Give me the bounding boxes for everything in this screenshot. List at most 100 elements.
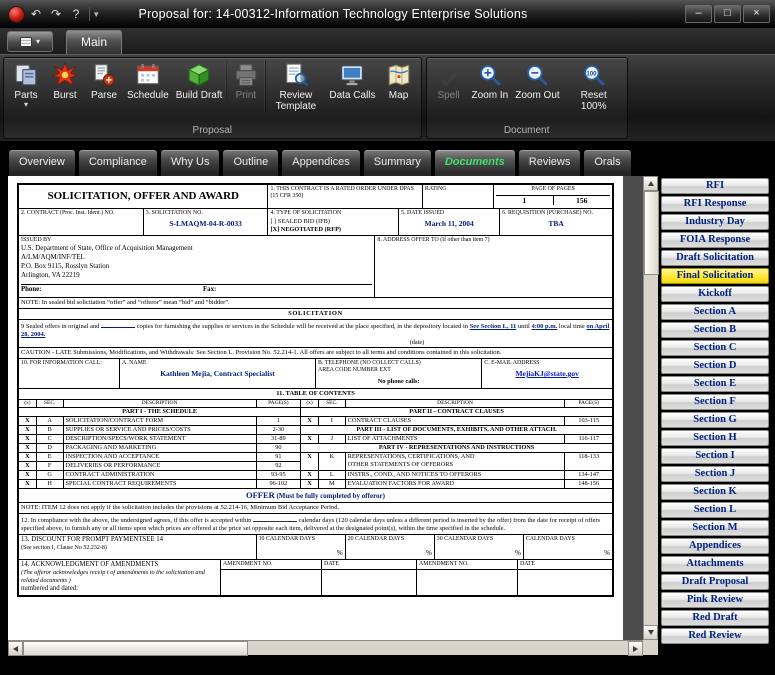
sidebar-item-section-i[interactable]: Section I <box>661 448 769 464</box>
toc-cell: (x) <box>301 400 319 408</box>
field-rated-order: 1. THIS CONTRACT IS A RATED ORDER UNDER … <box>268 185 422 209</box>
ribbon-button-schedule[interactable]: Schedule <box>124 60 172 101</box>
sidebar-item-section-e[interactable]: Section E <box>661 376 769 392</box>
field-label: 5. DATE ISSUED <box>401 210 497 217</box>
email-link[interactable]: MejiaKJ@state.gov <box>484 369 610 378</box>
ribbon-button-parse[interactable]: Parse <box>85 60 123 101</box>
toc-cell: X <box>19 444 37 453</box>
window-controls: – □ × <box>685 5 770 23</box>
ribbon-button-map[interactable]: Map <box>380 60 418 101</box>
map-icon <box>386 62 412 88</box>
scroll-down-icon[interactable] <box>643 625 658 640</box>
sidebar-item-attachments[interactable]: Attachments <box>661 556 769 572</box>
document-tab-strip: OverviewComplianceWhy UsOutlineAppendice… <box>8 148 658 176</box>
sidebar-item-section-j[interactable]: Section J <box>661 466 769 482</box>
form-title: SOLICITATION, OFFER AND AWARD <box>19 185 268 209</box>
sidebar-item-section-k[interactable]: Section K <box>661 484 769 500</box>
sidebar-item-section-b[interactable]: Section B <box>661 322 769 338</box>
sidebar-item-draft-solicitation[interactable]: Draft Solicitation <box>661 250 769 266</box>
sidebar-item-section-m[interactable]: Section M <box>661 520 769 536</box>
vertical-scroll-thumb[interactable] <box>644 191 659 275</box>
sidebar-item-kickoff[interactable]: Kickoff <box>661 286 769 302</box>
application-menu-button[interactable]: ▾ <box>7 31 53 52</box>
sidebar-item-section-d[interactable]: Section D <box>661 358 769 374</box>
toc-cell: X <box>19 435 37 444</box>
item9-row: 9 Sealed offers in original and copies f… <box>18 319 613 348</box>
toc-desc-line: OTHER STATEMENTS OF OFFERORS <box>348 461 453 468</box>
amendment-entry-cell <box>416 570 517 596</box>
ribbon-button-review-template[interactable]: Review Template <box>265 60 325 112</box>
ribbon-button-label: Parse <box>91 90 117 101</box>
ribbon-tab-main[interactable]: Main <box>66 30 122 54</box>
scroll-up-icon[interactable] <box>643 176 658 191</box>
toc-cell: X <box>19 453 37 462</box>
field-acknowledgment-amendments: 14. ACKNOWLEDGMENT OF AMENDMENTS (The of… <box>19 559 221 595</box>
field-for-information-call: 10. FOR INFORMATION CALL: <box>19 359 120 389</box>
minimize-button[interactable]: – <box>685 5 712 23</box>
sidebar-item-red-draft[interactable]: Red Draft <box>661 610 769 626</box>
forward-icon[interactable]: ↷ <box>47 5 65 23</box>
field-address-offer-to: 8. ADDRESS OFFER TO (If other than item … <box>375 236 613 298</box>
contact-name-value: Kathleen Mejia, Contract Specialist <box>122 369 313 378</box>
ribbon-button-reset-100[interactable]: 100Reset 100% <box>564 60 624 112</box>
close-button[interactable]: × <box>743 5 770 23</box>
sidebar-item-red-review[interactable]: Red Review <box>661 628 769 644</box>
sidebar-item-pink-review[interactable]: Pink Review <box>661 592 769 608</box>
maximize-button[interactable]: □ <box>714 5 741 23</box>
toc-cell: 90 <box>256 444 301 453</box>
field-telephone: B. TELEPHONE (NO COLLECT CALLS) AREA COD… <box>315 359 481 389</box>
scroll-left-icon[interactable] <box>8 641 23 656</box>
tab-compliance[interactable]: Compliance <box>78 149 158 176</box>
ribbon-button-data-calls[interactable]: Data Calls <box>326 60 378 101</box>
ribbon-button-build-draft[interactable]: Build Draft <box>173 60 226 101</box>
tab-documents[interactable]: Documents <box>434 149 516 176</box>
tab-outline[interactable]: Outline <box>222 149 279 176</box>
sidebar-item-section-c[interactable]: Section C <box>661 340 769 356</box>
issuer-address-line: P.O. Box 9115, Rosslyn Station <box>21 262 372 271</box>
field-label: 1. THIS CONTRACT IS A RATED ORDER UNDER … <box>270 186 419 200</box>
horizontal-scroll-thumb[interactable] <box>23 641 248 656</box>
sidebar-item-final-solicitation[interactable]: Final Solicitation <box>661 268 769 284</box>
horizontal-scrollbar[interactable] <box>8 640 643 655</box>
sidebar-item-section-a[interactable]: Section A <box>661 304 769 320</box>
sidebar-item-appendices[interactable]: Appendices <box>661 538 769 554</box>
sidebar-item-section-f[interactable]: Section F <box>661 394 769 410</box>
tab-appendices[interactable]: Appendices <box>281 149 361 176</box>
print-icon <box>233 62 259 88</box>
vertical-scrollbar[interactable] <box>643 176 658 640</box>
scroll-right-icon[interactable] <box>628 641 643 656</box>
tab-summary[interactable]: Summary <box>363 149 432 176</box>
ribbon-button-zoom-out[interactable]: Zoom Out <box>512 60 562 101</box>
toc-cell: 1 <box>256 417 301 426</box>
ribbon-button-burst[interactable]: Burst <box>46 60 84 101</box>
chevron-down-icon[interactable]: ▾ <box>94 9 99 20</box>
sidebar-item-rfi[interactable]: RFI <box>661 178 769 194</box>
form-header-row: SOLICITATION, OFFER AND AWARD 1. THIS CO… <box>18 184 613 209</box>
toc-cell: 134-147 <box>565 471 613 480</box>
field-requisition-no: 6. REQUISITION (PURCHASE) NO. TBA <box>500 209 613 236</box>
ribbon-button-zoom-in[interactable]: Zoom In <box>469 60 512 101</box>
sidebar-item-rfi-response[interactable]: RFI Response <box>661 196 769 212</box>
tab-reviews[interactable]: Reviews <box>518 149 582 176</box>
toc-part-row: PART I - THE SCHEDULE PART II - CONTRACT… <box>19 408 613 417</box>
chevron-down-icon: ▾ <box>36 37 40 46</box>
sidebar-item-section-g[interactable]: Section G <box>661 412 769 428</box>
sidebar-item-section-h[interactable]: Section H <box>661 430 769 446</box>
field-calendar-days: CALENDAR DAYS % <box>523 534 612 559</box>
tab-why-us[interactable]: Why Us <box>160 149 221 176</box>
tab-orals[interactable]: Orals <box>583 149 631 176</box>
field-sublabel: (See section I, Clause No 52.232-8) <box>21 545 254 552</box>
tab-overview[interactable]: Overview <box>8 149 76 176</box>
help-icon[interactable]: ? <box>67 5 85 23</box>
sidebar-item-industry-day[interactable]: Industry Day <box>661 214 769 230</box>
ribbon-button-parts[interactable]: Parts▾ <box>7 60 45 108</box>
item12-text: 12. In compliance with the above, the un… <box>21 517 251 524</box>
field-email: C. E-MAIL ADDRESS MejiaKJ@state.gov <box>482 359 613 389</box>
page-of-pages: 1 156 <box>496 195 610 205</box>
ribbon-button-label: Zoom In <box>472 90 509 101</box>
sidebar-item-section-l[interactable]: Section L <box>661 502 769 518</box>
sidebar-item-foia-response[interactable]: FOIA Response <box>661 232 769 248</box>
date-issued-value: March 11, 2004 <box>401 219 497 228</box>
back-icon[interactable]: ↶ <box>27 5 45 23</box>
sidebar-item-draft-proposal[interactable]: Draft Proposal <box>661 574 769 590</box>
